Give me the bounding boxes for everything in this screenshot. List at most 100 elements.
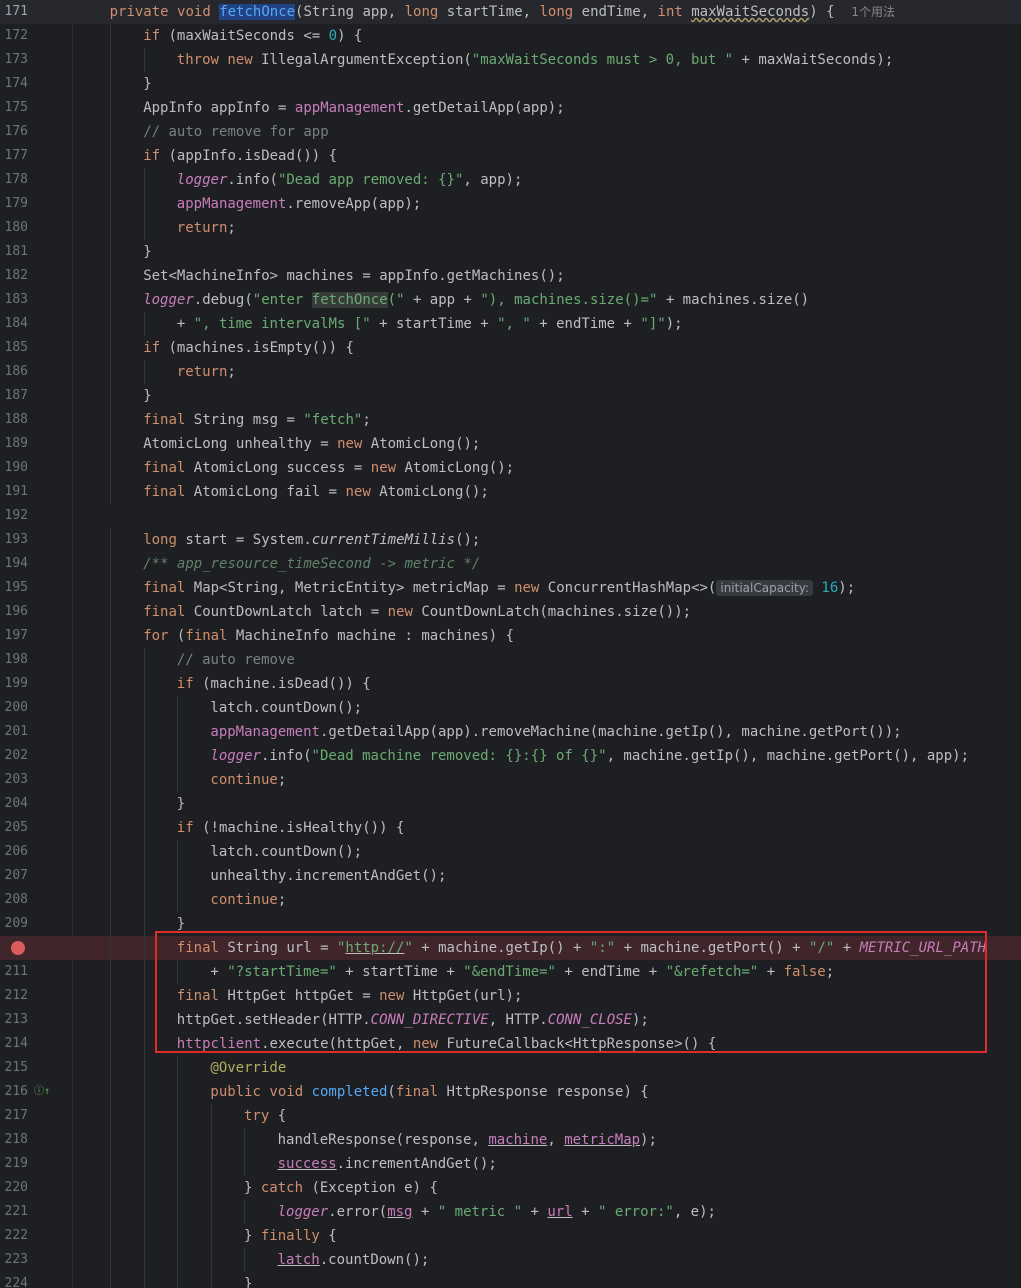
code-text[interactable]: appManagement.removeApp(app); bbox=[177, 192, 421, 216]
code-line[interactable]: 208 continue; bbox=[0, 888, 1021, 912]
code-line[interactable]: 185 if (machines.isEmpty()) { bbox=[0, 336, 1021, 360]
code-text[interactable]: // auto remove for app bbox=[143, 120, 328, 144]
code-text[interactable]: latch.countDown(); bbox=[210, 840, 362, 864]
code-line[interactable]: 222} finally { bbox=[0, 1224, 1021, 1248]
code-text[interactable]: @Override bbox=[210, 1056, 286, 1080]
code-line[interactable]: 220} catch (Exception e) { bbox=[0, 1176, 1021, 1200]
code-text[interactable]: try { bbox=[244, 1104, 286, 1128]
code-text[interactable]: logger.error(msg + " metric " + url + " … bbox=[278, 1200, 716, 1224]
code-line[interactable]: 176 // auto remove for app bbox=[0, 120, 1021, 144]
code-text[interactable]: } bbox=[177, 912, 185, 936]
code-line[interactable]: 178 logger.info("Dead app removed: {}", a… bbox=[0, 168, 1021, 192]
code-line[interactable]: 190 final AtomicLong success = new Atomic… bbox=[0, 456, 1021, 480]
code-text[interactable]: + ", time intervalMs [" + startTime + ",… bbox=[177, 312, 683, 336]
code-line[interactable]: 202 logger.info("Dead machine removed: {}… bbox=[0, 744, 1021, 768]
code-line[interactable]: 180 return; bbox=[0, 216, 1021, 240]
code-line[interactable]: 194 /** app_resource_timeSecond -> metric… bbox=[0, 552, 1021, 576]
code-line[interactable]: 187} bbox=[0, 384, 1021, 408]
code-text[interactable]: if (maxWaitSeconds <= 0) { bbox=[143, 24, 362, 48]
code-line[interactable]: 181} bbox=[0, 240, 1021, 264]
code-line[interactable]: 191 final AtomicLong fail = new AtomicLon… bbox=[0, 480, 1021, 504]
code-line[interactable]: 203 continue; bbox=[0, 768, 1021, 792]
code-line[interactable]: 201 appManagement.getDetailApp(app).remov… bbox=[0, 720, 1021, 744]
code-text[interactable]: + "?startTime=" + startTime + "&endTime=… bbox=[210, 960, 834, 984]
code-text[interactable]: final String msg = "fetch"; bbox=[143, 408, 371, 432]
breakpoint-icon[interactable] bbox=[11, 941, 25, 955]
code-line[interactable]: 199 if (machine.isDead()) { bbox=[0, 672, 1021, 696]
code-line[interactable]: 186 return; bbox=[0, 360, 1021, 384]
code-line[interactable]: 172 if (maxWaitSeconds <= 0) { bbox=[0, 24, 1021, 48]
code-line[interactable]: 195 final Map<String, MetricEntity> metri… bbox=[0, 576, 1021, 600]
code-text[interactable]: final HttpGet httpGet = new HttpGet(url)… bbox=[177, 984, 523, 1008]
code-line[interactable]: 200 latch.countDown(); bbox=[0, 696, 1021, 720]
code-text[interactable]: httpGet.setHeader(HTTP.CONN_DIRECTIVE, H… bbox=[177, 1008, 649, 1032]
code-text[interactable]: } bbox=[143, 72, 151, 96]
code-text[interactable]: success.incrementAndGet(); bbox=[278, 1152, 497, 1176]
code-text[interactable]: final AtomicLong success = new AtomicLon… bbox=[143, 456, 514, 480]
code-line[interactable]: 221 logger.error(msg + " metric " + url +… bbox=[0, 1200, 1021, 1224]
code-text[interactable]: Set<MachineInfo> machines = appInfo.getM… bbox=[143, 264, 564, 288]
code-line[interactable]: 217 try { bbox=[0, 1104, 1021, 1128]
code-line[interactable]: 213 httpGet.setHeader(HTTP.CONN_DIRECTIVE… bbox=[0, 1008, 1021, 1032]
code-line[interactable]: 212 final HttpGet httpGet = new HttpGet(u… bbox=[0, 984, 1021, 1008]
code-line[interactable]: 193 long start = System.currentTimeMillis… bbox=[0, 528, 1021, 552]
code-text[interactable]: return; bbox=[177, 360, 236, 384]
code-text[interactable]: logger.info("Dead app removed: {}", app)… bbox=[177, 168, 523, 192]
code-line[interactable]: 198 // auto remove bbox=[0, 648, 1021, 672]
code-line[interactable]: 188 final String msg = "fetch"; bbox=[0, 408, 1021, 432]
code-line[interactable]: 171 private void fetchOnce(String app, lo… bbox=[0, 0, 1021, 24]
code-text[interactable]: } bbox=[244, 1272, 252, 1288]
code-text[interactable]: if (appInfo.isDead()) { bbox=[143, 144, 337, 168]
code-line[interactable]: 196 final CountDownLatch latch = new Coun… bbox=[0, 600, 1021, 624]
code-text[interactable]: AtomicLong unhealthy = new AtomicLong(); bbox=[143, 432, 480, 456]
code-line[interactable]: 209} bbox=[0, 912, 1021, 936]
code-line[interactable]: 204} bbox=[0, 792, 1021, 816]
code-text[interactable]: // auto remove bbox=[177, 648, 295, 672]
code-text[interactable]: } catch (Exception e) { bbox=[244, 1176, 438, 1200]
code-line[interactable]: 207 unhealthy.incrementAndGet(); bbox=[0, 864, 1021, 888]
code-line[interactable]: 182 Set<MachineInfo> machines = appInfo.g… bbox=[0, 264, 1021, 288]
code-line[interactable]: 197 for (final MachineInfo machine : mach… bbox=[0, 624, 1021, 648]
code-line[interactable]: 223 latch.countDown(); bbox=[0, 1248, 1021, 1272]
code-line[interactable]: 215 @Override bbox=[0, 1056, 1021, 1080]
code-text[interactable]: latch.countDown(); bbox=[278, 1248, 430, 1272]
code-line[interactable]: 184 + ", time intervalMs [" + startTime +… bbox=[0, 312, 1021, 336]
code-text[interactable]: } bbox=[177, 792, 185, 816]
code-line[interactable]: 224} bbox=[0, 1272, 1021, 1288]
code-line[interactable]: 206 latch.countDown(); bbox=[0, 840, 1021, 864]
code-text[interactable]: logger.debug("enter fetchOnce(" + app + … bbox=[143, 288, 809, 312]
code-text[interactable]: } bbox=[143, 384, 151, 408]
code-text[interactable]: latch.countDown(); bbox=[210, 696, 362, 720]
code-line[interactable]: 177 if (appInfo.isDead()) { bbox=[0, 144, 1021, 168]
code-line[interactable]: 173 throw new IllegalArgumentException("m… bbox=[0, 48, 1021, 72]
code-text[interactable]: final AtomicLong fail = new AtomicLong()… bbox=[143, 480, 489, 504]
code-line[interactable]: 216 ⓘ↑ public void completed(final HttpRes… bbox=[0, 1080, 1021, 1104]
code-text[interactable]: AppInfo appInfo = appManagement.getDetai… bbox=[143, 96, 564, 120]
code-text[interactable]: } bbox=[143, 240, 151, 264]
code-line[interactable]: final String url = "http://" + machine.g… bbox=[0, 936, 1021, 960]
code-editor[interactable]: 171 private void fetchOnce(String app, lo… bbox=[0, 0, 1021, 1288]
usage-count-hint[interactable]: 1个用法 bbox=[851, 5, 895, 19]
code-text[interactable]: for (final MachineInfo machine : machine… bbox=[143, 624, 514, 648]
code-text[interactable]: public void completed(final HttpResponse… bbox=[210, 1080, 648, 1104]
code-text[interactable]: if (!machine.isHealthy()) { bbox=[177, 816, 405, 840]
code-line[interactable]: 174} bbox=[0, 72, 1021, 96]
code-text[interactable]: if (machines.isEmpty()) { bbox=[143, 336, 354, 360]
code-line[interactable]: 219 success.incrementAndGet(); bbox=[0, 1152, 1021, 1176]
code-text[interactable]: final Map<String, MetricEntity> metricMa… bbox=[143, 576, 855, 600]
code-line[interactable]: 175 AppInfo appInfo = appManagement.getDe… bbox=[0, 96, 1021, 120]
code-text[interactable]: logger.info("Dead machine removed: {}:{}… bbox=[210, 744, 969, 768]
code-text[interactable]: if (machine.isDead()) { bbox=[177, 672, 371, 696]
override-method-icon[interactable]: ⓘ↑ bbox=[34, 1084, 50, 1100]
code-line[interactable]: 211 + "?startTime=" + startTime + "&endTi… bbox=[0, 960, 1021, 984]
code-line[interactable]: 218 handleResponse(response, machine, met… bbox=[0, 1128, 1021, 1152]
code-text[interactable]: continue; bbox=[210, 888, 286, 912]
code-line[interactable]: 189 AtomicLong unhealthy = new AtomicLong… bbox=[0, 432, 1021, 456]
code-text[interactable]: long start = System.currentTimeMillis(); bbox=[143, 528, 480, 552]
code-text[interactable]: final CountDownLatch latch = new CountDo… bbox=[143, 600, 691, 624]
code-text[interactable]: final String url = "http://" + machine.g… bbox=[177, 936, 986, 960]
code-line[interactable]: 214 httpclient.execute(httpGet, new Futur… bbox=[0, 1032, 1021, 1056]
code-text[interactable]: throw new IllegalArgumentException("maxW… bbox=[177, 48, 893, 72]
code-line[interactable]: 179 appManagement.removeApp(app); bbox=[0, 192, 1021, 216]
code-text[interactable]: continue; bbox=[210, 768, 286, 792]
